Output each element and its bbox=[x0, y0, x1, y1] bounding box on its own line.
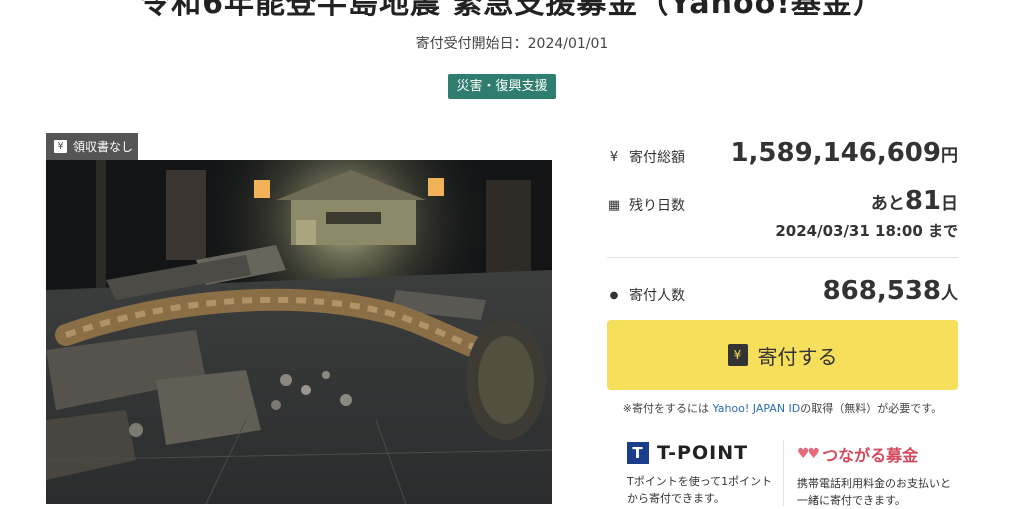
person-icon: ● bbox=[609, 289, 619, 301]
receipt-yen-icon: ¥ bbox=[54, 140, 67, 153]
project-photo bbox=[46, 160, 552, 504]
page-title: 令和6年能登半島地震 緊急支援募金（Yahoo!基金） bbox=[140, 0, 884, 21]
donors-row: ● 寄付人数 868,538人 bbox=[607, 276, 958, 316]
note-prefix: ※寄付をするには bbox=[622, 402, 713, 415]
tpoint-name: T-POINT bbox=[657, 442, 749, 464]
donors-value: 868,538 bbox=[822, 276, 941, 306]
no-receipt-badge: ¥ 領収書なし bbox=[46, 133, 138, 160]
tpoint-option[interactable]: T T-POINT Tポイントを使って1ポイントから寄付できます。 bbox=[627, 442, 777, 507]
donate-button-label: 寄付する bbox=[757, 344, 838, 369]
damaged-shrine-photo bbox=[46, 160, 552, 504]
tsunagaru-option[interactable]: ♥♥ つながる募金 携帯電話利用料金のお支払いと一緒に寄付できます。 bbox=[797, 442, 957, 509]
remaining-days-value: 81 bbox=[904, 186, 941, 216]
remaining-days: あと81日 bbox=[871, 186, 958, 216]
id-requirement-note: ※寄付をするには Yahoo! JAPAN IDの取得（無料）が必要です。 bbox=[607, 400, 958, 416]
tpoint-icon: T bbox=[627, 442, 649, 464]
divider bbox=[607, 257, 958, 258]
total-amount-unit: 円 bbox=[941, 146, 958, 166]
receipt-badge-label: 領収書なし bbox=[73, 140, 134, 154]
partner-divider bbox=[783, 440, 784, 506]
yen-icon: ¥ bbox=[609, 149, 619, 165]
donors-count: 868,538人 bbox=[823, 276, 958, 306]
total-amount-value: 1,589,146,609 bbox=[730, 138, 941, 168]
total-amount-row: ¥ 寄付総額 1,589,146,609円 bbox=[607, 138, 958, 178]
donors-label-wrap: ● 寄付人数 bbox=[607, 285, 685, 305]
start-date: 寄付受付開始日：2024/01/01 bbox=[415, 36, 609, 52]
deadline: 2024/03/31 18:00 まで bbox=[775, 222, 958, 240]
note-suffix: の取得（無料）が必要です。 bbox=[800, 402, 943, 415]
tsunagaru-logo: ♥♥ つながる募金 bbox=[797, 442, 957, 466]
hearts-icon: ♥♥ bbox=[797, 446, 820, 462]
total-amount-label-wrap: ¥ 寄付総額 bbox=[607, 147, 685, 167]
donate-yen-icon: ¥ bbox=[727, 344, 748, 366]
tpoint-desc: Tポイントを使って1ポイントから寄付できます。 bbox=[627, 475, 773, 505]
calendar-icon: ▦ bbox=[607, 197, 621, 213]
total-amount: 1,589,146,609円 bbox=[730, 138, 958, 168]
tpoint-logo: T T-POINT bbox=[627, 442, 777, 464]
yahoo-id-link[interactable]: Yahoo! JAPAN ID bbox=[713, 402, 801, 415]
total-amount-label: 寄付総額 bbox=[629, 150, 685, 166]
donate-button[interactable]: ¥ 寄付する bbox=[607, 320, 958, 390]
payment-options: T T-POINT Tポイントを使って1ポイントから寄付できます。 ♥♥ つなが… bbox=[607, 438, 958, 508]
remaining-days-label-wrap: ▦ 残り日数 bbox=[607, 195, 685, 215]
donors-unit: 人 bbox=[941, 284, 958, 304]
tsunagaru-name: つながる募金 bbox=[822, 446, 919, 465]
donors-label: 寄付人数 bbox=[629, 288, 685, 304]
remaining-days-label: 残り日数 bbox=[629, 198, 685, 214]
remaining-days-unit: 日 bbox=[941, 194, 958, 214]
remaining-days-prefix: あと bbox=[870, 194, 905, 214]
category-tag[interactable]: 災害・復興支援 bbox=[448, 74, 556, 99]
